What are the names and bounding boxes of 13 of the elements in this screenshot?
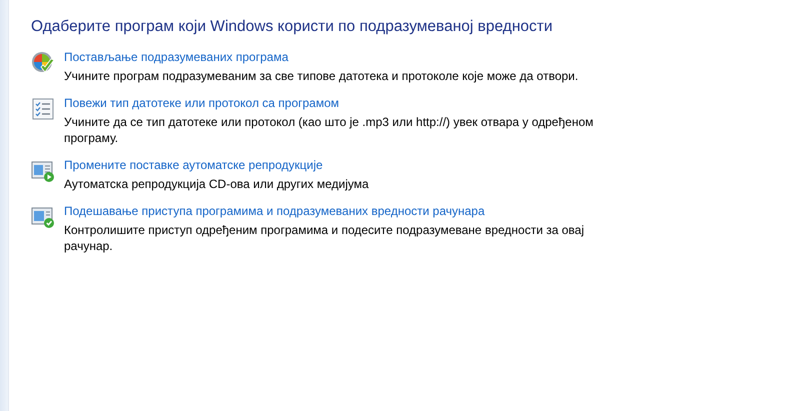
window-play-icon xyxy=(31,159,55,183)
shield-check-icon xyxy=(31,51,55,75)
checklist-icon xyxy=(31,97,55,121)
task-link[interactable]: Повежи тип датотеке или протокол са програмом xyxy=(64,95,340,111)
task-link[interactable]: Подешавање приступа програмима и подразумеваних вредности рачунара xyxy=(64,203,485,219)
page-heading: Одаберите програм који Windows користи по подразумеваној вредности xyxy=(31,17,554,37)
task-link[interactable]: Промените поставке аутоматске репродукције xyxy=(64,157,323,173)
task-description: Учините програм подразумеваним за све типове датотека и протоколе које може да отвори. xyxy=(64,68,580,84)
window-check-icon xyxy=(31,205,55,229)
task-description: Учините да се тип датотеке или протокол (као што је .mp3 или http://) увек отвара у одређеном програму. xyxy=(64,114,594,146)
task-link[interactable]: Постављање подразумеваних програма xyxy=(64,49,288,65)
task-description: Контролишите приступ одређеним програмима и подесите подразумеване вредности за овај рачунар. xyxy=(64,222,585,254)
task-description: Аутоматска репродукција CD-ова или других медијума xyxy=(64,176,370,192)
